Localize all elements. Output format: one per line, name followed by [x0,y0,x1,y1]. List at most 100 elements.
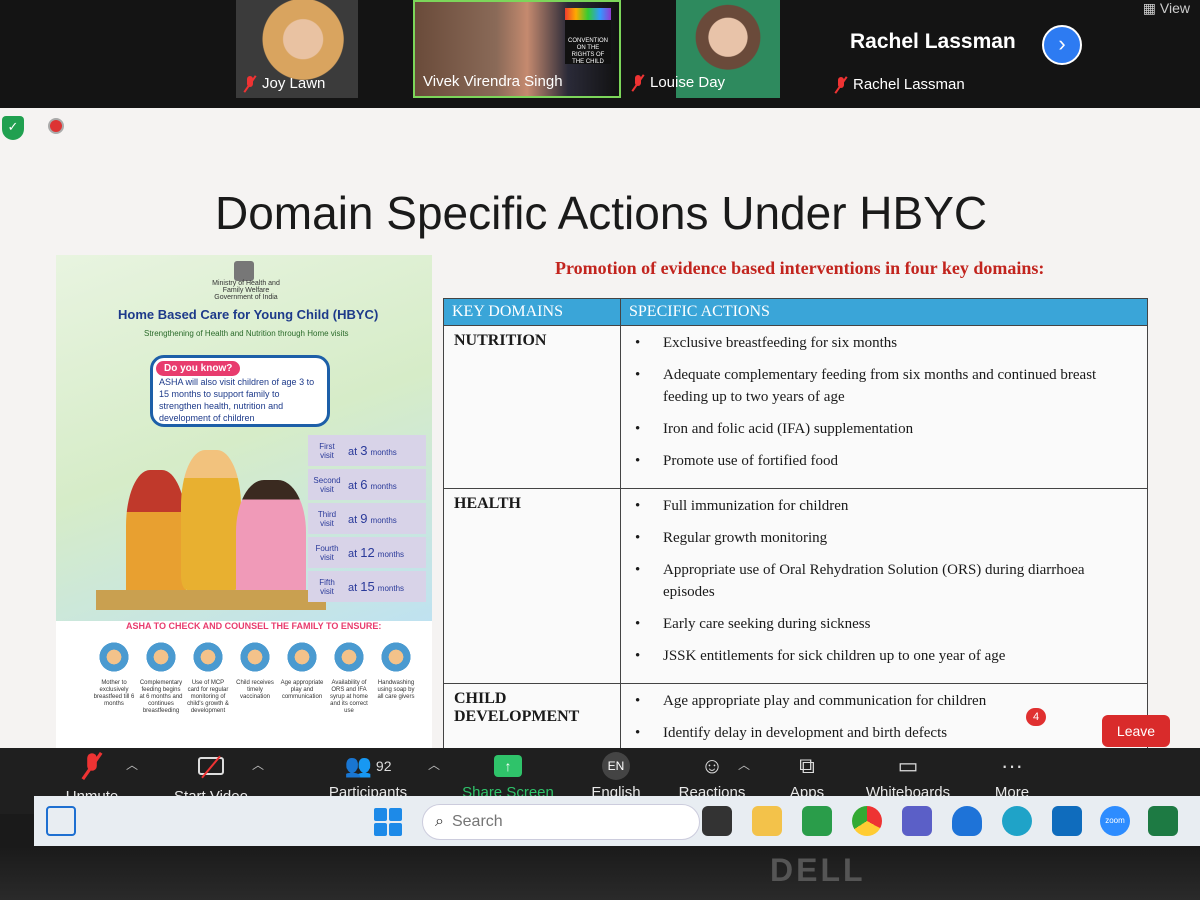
view-button[interactable]: ▦ View [1143,0,1190,17]
edge-icon[interactable] [1002,806,1032,836]
audio-options-caret[interactable]: ︿ [126,756,138,773]
participant-name: Louise Day [650,74,726,91]
check-item-text: Mother to exclusively breastfeed till 6 … [93,680,135,707]
check-item-text: Use of MCP card for regular monitoring o… [187,680,229,714]
mic-muted-icon [244,75,256,92]
leave-button[interactable]: Leave [1102,715,1170,747]
participant-tile-1[interactable]: Joy Lawn [236,0,358,98]
domains-table: KEY DOMAINS SPECIFIC ACTIONS NUTRITIONEx… [443,298,1148,748]
domain-cell: HEALTH [443,488,621,684]
check-item-illustration [144,640,178,674]
excel-icon[interactable] [1148,806,1178,836]
chrome-icon[interactable] [852,806,882,836]
visit-age: at 3 months [348,443,397,458]
language-code-badge: EN [602,752,630,780]
next-page-button[interactable]: › [1042,25,1082,65]
search-icon: ⌕ [435,813,444,830]
action-item: Adequate complementary feeding from six … [631,364,1137,408]
visit-label: Fifth visit [319,577,335,596]
poster-title: Home Based Care for Young Child (HBYC) [118,307,379,322]
check-item-illustration [379,640,413,674]
participant-label-3: Louise Day [632,74,725,91]
slide-title: Domain Specific Actions Under HBYC [215,187,988,239]
windows-taskbar: ⌕ zoom [34,796,1200,846]
mic-muted-icon [632,74,644,91]
slide-subtitle: Promotion of evidence based intervention… [555,258,1045,278]
check-item-text: Handwashing using soap by all care giver… [377,680,415,700]
visit-age: at 9 months [348,511,397,526]
check-item-illustration [191,640,225,674]
poster-subtitle: Strengthening of Health and Nutrition th… [144,329,349,338]
action-item: Identify delay in development and birth … [631,722,1137,744]
onedrive-icon[interactable] [952,806,982,836]
mother-figure [126,470,186,610]
visit-label: Third visit [317,509,337,528]
taskbar-search[interactable]: ⌕ [422,804,700,840]
outlook-icon[interactable] [1052,806,1082,836]
action-item: Appropriate use of Oral Rehydration Solu… [631,559,1137,603]
visit-age: at 15 months [348,579,405,594]
poster-info-text: ASHA will also visit children of age 3 t… [159,377,315,423]
zoom-icon[interactable]: zoom [1100,806,1130,836]
participant-tile-2[interactable]: CONVENTION ON THE RIGHTS OF THE CHILD Vi… [413,0,621,98]
family-illustration [96,440,326,610]
check-item: Availability of ORS and IFA syrup at hom… [327,640,371,715]
check-item: Handwashing using soap by all care giver… [374,640,418,715]
visit-item: Second visit at 6 months [308,469,426,500]
action-item: Exclusive breastfeeding for six months [631,332,1137,354]
actions-cell: Exclusive breastfeeding for six months Ad… [620,325,1148,489]
reactions-options-caret[interactable]: ︿ [738,756,750,773]
apps-icon: ⧉ [799,753,815,778]
video-gallery: Joy Lawn CONVENTION ON THE RIGHTS OF THE… [0,0,1200,108]
task-view-icon[interactable] [702,806,732,836]
share-screen-icon: ↑ [494,755,522,777]
check-item-illustration [285,640,319,674]
featured-participant-name: Rachel Lassman [850,30,1016,53]
check-item: Complementary feeding begins at 6 months… [139,640,183,715]
visit-item: Third visit at 9 months [308,503,426,534]
security-shield-icon[interactable]: ✓ [2,116,24,140]
action-item: Age appropriate play and communication f… [631,690,1137,712]
visit-item: Fifth visit at 15 months [308,571,426,602]
action-item: Iron and folic acid (IFA) supplementatio… [631,418,1137,440]
poster-check-items: Mother to exclusively breastfeed till 6 … [92,640,432,715]
domain-cell: CHILD DEVELOPMENT [443,683,621,748]
check-item-text: Child receives timely vaccination [236,680,274,700]
visit-age: at 12 months [348,545,405,560]
chevron-right-icon: › [1058,31,1066,56]
table-row: NUTRITIONExclusive breastfeeding for six… [443,325,1148,489]
action-item: Early care seeking during sickness [631,613,1137,635]
search-input[interactable] [451,813,612,831]
video-options-caret[interactable]: ︿ [252,756,264,773]
check-item-text: Availability of ORS and IFA syrup at hom… [329,680,369,714]
poster-check-title: ASHA TO CHECK AND COUNSEL THE FAMILY TO … [126,621,382,631]
visit-item: First visit at 3 months [308,435,426,466]
dell-logo: DELL [770,852,866,888]
check-item-illustration [238,640,272,674]
participant-name: Joy Lawn [262,75,326,92]
visit-item: Fourth visit at 12 months [308,537,426,568]
featured-participant-label: Rachel Lassman [835,76,965,93]
whiteboard-icon: ▭ [897,753,919,778]
widgets-icon[interactable] [46,806,76,836]
check-item: Mother to exclusively breastfeed till 6 … [92,640,136,715]
action-item: Regular growth monitoring [631,527,1137,549]
participant-name: Vivek Virendra Singh [423,73,563,90]
check-item-illustration [332,640,366,674]
app-icon[interactable] [802,806,832,836]
teams-icon[interactable] [902,806,932,836]
file-explorer-icon[interactable] [752,806,782,836]
actions-cell: Full immunization for children Regular gr… [620,488,1148,684]
participants-options-caret[interactable]: ︿ [428,756,440,773]
poster-ministry: Ministry of Health and Family Welfare Go… [212,280,280,301]
mic-muted-icon [835,76,847,93]
table-row: HEALTH Full immunization for children Regu… [443,488,1148,684]
emblem-icon [234,261,254,281]
convention-sign: CONVENTION ON THE RIGHTS OF THE CHILD [565,8,611,65]
actions-list: Exclusive breastfeeding for six months Ad… [631,332,1137,472]
hbyc-poster: Ministry of Health and Family Welfare Go… [56,255,432,748]
participants-icon: 👥 [344,753,372,778]
visit-label: First visit [319,441,335,460]
windows-start-icon[interactable] [374,808,402,836]
actions-list: Full immunization for children Regular gr… [631,495,1137,667]
